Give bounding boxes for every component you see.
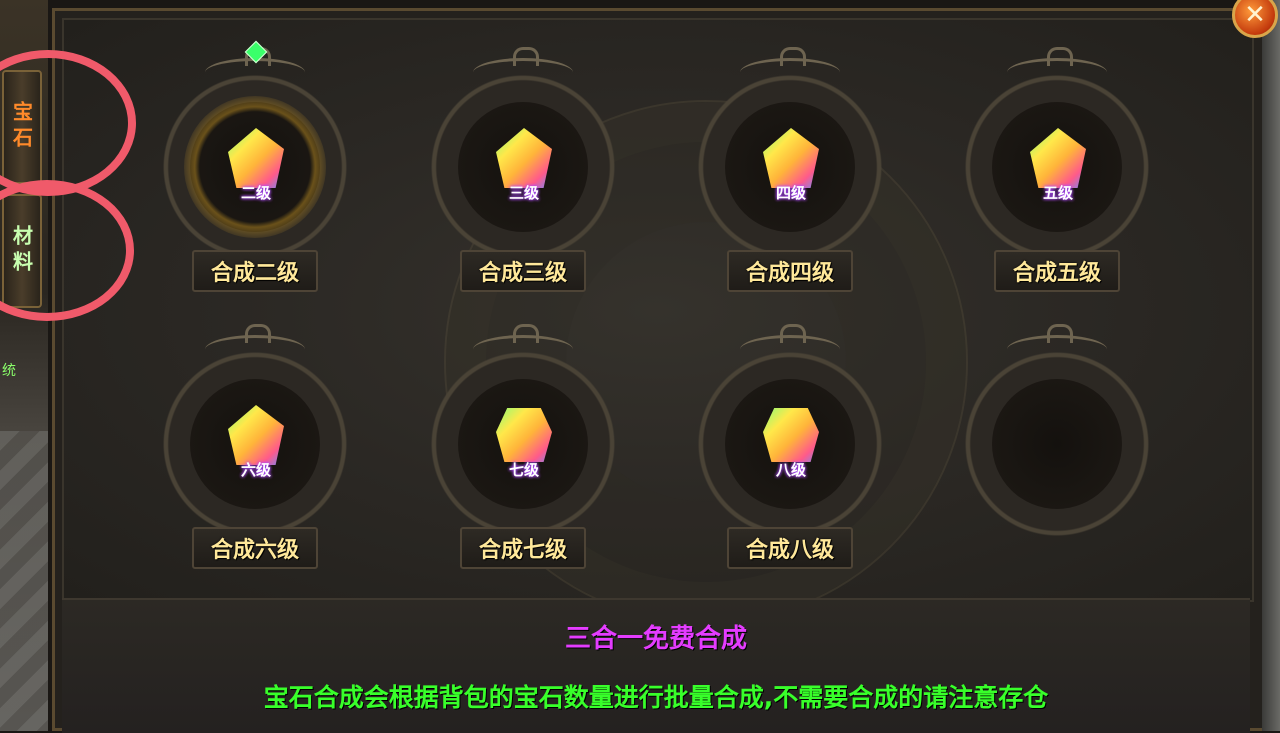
gem-slot-level-2[interactable]: 二级 合成二级 [150, 28, 360, 292]
side-partial-label: 统 [2, 363, 16, 379]
synthesize-button[interactable]: 合成五级 [994, 250, 1120, 292]
gem-slot-level-7[interactable]: 七级 合成七级 [418, 305, 628, 569]
gem-slot-level-6[interactable]: 六级 合成六级 [150, 305, 360, 569]
right-edge-decoration [1262, 0, 1280, 731]
slot-ornament [1007, 47, 1107, 87]
synthesis-note: 宝石合成会根据背包的宝石数量进行批量合成,不需要合成的请注意存仓 [263, 683, 1049, 712]
gem-slot-level-3[interactable]: 三级 合成三级 [418, 28, 628, 292]
synthesize-button[interactable]: 合成八级 [727, 527, 853, 569]
synthesize-button[interactable]: 合成七级 [460, 527, 586, 569]
gem-icon [763, 408, 819, 462]
gem-slot-level-5[interactable]: 五级 合成五级 [952, 28, 1162, 292]
slot-ornament [473, 47, 573, 87]
synthesize-button[interactable]: 合成三级 [460, 250, 586, 292]
footer-info: 三合一免费合成 宝石合成会根据背包的宝石数量进行批量合成,不需要合成的请注意存仓 [62, 598, 1250, 733]
gem-level-label: 三级 [508, 184, 539, 202]
synthesize-button[interactable]: 合成四级 [727, 250, 853, 292]
gem-level-label: 二级 [240, 184, 271, 202]
free-synthesis-title: 三合一免费合成 [564, 624, 747, 654]
slot-ornament [205, 324, 305, 364]
gem-slot-level-8[interactable]: 八级 合成八级 [685, 305, 895, 569]
rock-texture [0, 431, 48, 731]
synthesize-button[interactable]: 合成二级 [192, 250, 318, 292]
slot-ornament [740, 324, 840, 364]
gem-level-label: 五级 [1042, 184, 1073, 202]
slot-ornament [473, 324, 573, 364]
gem-slot-empty [952, 305, 1162, 549]
gem-slot-level-4[interactable]: 四级 合成四级 [685, 28, 895, 292]
gem-level-label: 七级 [508, 461, 539, 479]
gem-level-label: 四级 [775, 184, 806, 202]
slot-ornament [1007, 324, 1107, 364]
gem-level-label: 八级 [775, 461, 806, 479]
slot-hole [992, 379, 1122, 509]
gem-level-label: 六级 [240, 461, 271, 479]
synthesize-button[interactable]: 合成六级 [192, 527, 318, 569]
slot-ornament [740, 47, 840, 87]
